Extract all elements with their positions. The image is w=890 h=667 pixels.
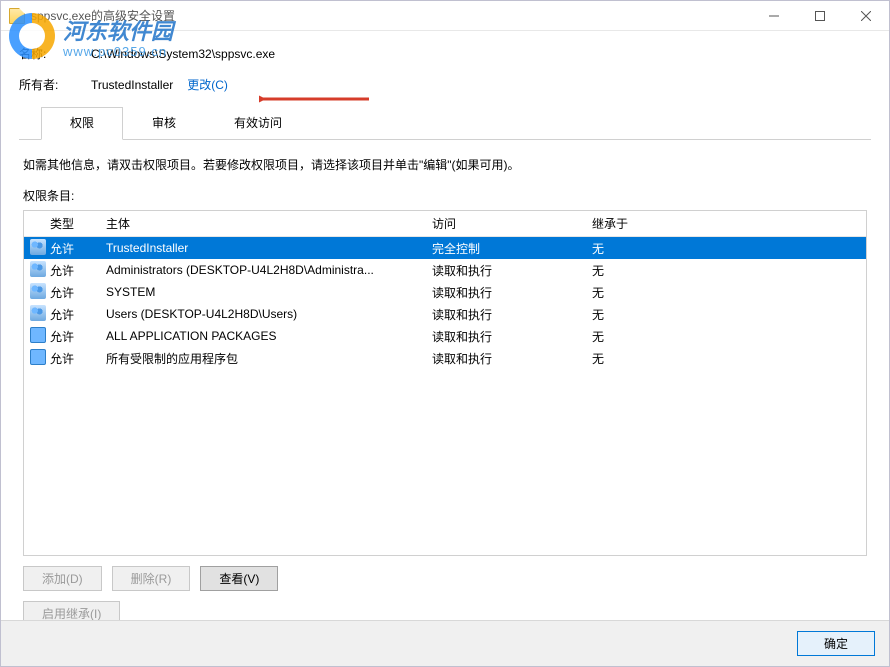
change-owner-link[interactable]: 更改(C) — [187, 76, 228, 93]
permission-rows: 允许TrustedInstaller完全控制无允许Administrators … — [24, 237, 866, 369]
row-principal: Users (DESKTOP-U4L2H8D\Users) — [106, 307, 432, 321]
owner-value: TrustedInstaller — [91, 78, 173, 92]
row-access: 读取和执行 — [432, 328, 592, 345]
tab-effective-access[interactable]: 有效访问 — [205, 107, 311, 140]
row-principal: SYSTEM — [106, 285, 432, 299]
window-controls — [751, 1, 889, 31]
tab-strip: 权限 审核 有效访问 — [41, 107, 871, 140]
table-row[interactable]: 允许Users (DESKTOP-U4L2H8D\Users)读取和执行无 — [24, 303, 866, 325]
maximize-button[interactable] — [797, 1, 843, 31]
row-access: 读取和执行 — [432, 350, 592, 367]
row-principal: Administrators (DESKTOP-U4L2H8D\Administ… — [106, 263, 432, 277]
name-label: 名称: — [19, 45, 91, 62]
table-row[interactable]: 允许TrustedInstaller完全控制无 — [24, 237, 866, 259]
permission-list[interactable]: 类型 主体 访问 继承于 允许TrustedInstaller完全控制无允许Ad… — [23, 210, 867, 556]
hint-text: 如需其他信息，请双击权限项目。若要修改权限项目，请选择该项目并单击"编辑"(如果… — [23, 156, 867, 173]
table-row[interactable]: 允许Administrators (DESKTOP-U4L2H8D\Admini… — [24, 259, 866, 281]
view-button[interactable]: 查看(V) — [200, 566, 278, 591]
row-type: 允许 — [50, 306, 106, 323]
header-type[interactable]: 类型 — [50, 211, 106, 236]
row-inherit: 无 — [592, 262, 866, 279]
users-icon — [30, 283, 46, 299]
row-access: 读取和执行 — [432, 262, 592, 279]
permission-entries-label: 权限条目: — [23, 187, 867, 204]
minimize-button[interactable] — [751, 1, 797, 31]
name-row: 名称: C:\Windows\System32\sppsvc.exe — [19, 45, 871, 62]
dialog-content: 名称: C:\Windows\System32\sppsvc.exe 所有者: … — [1, 31, 889, 626]
row-inherit: 无 — [592, 328, 866, 345]
close-button[interactable] — [843, 1, 889, 31]
header-icon-col — [30, 220, 50, 228]
permission-header-row: 类型 主体 访问 继承于 — [24, 211, 866, 237]
row-type: 允许 — [50, 240, 106, 257]
tab-audit[interactable]: 审核 — [123, 107, 205, 140]
row-inherit: 无 — [592, 350, 866, 367]
table-row[interactable]: 允许ALL APPLICATION PACKAGES读取和执行无 — [24, 325, 866, 347]
row-inherit: 无 — [592, 306, 866, 323]
window-title: sppsvc.exe的高级安全设置 — [31, 7, 751, 24]
tab-permissions[interactable]: 权限 — [41, 107, 123, 140]
package-icon — [30, 349, 46, 365]
row-type: 允许 — [50, 350, 106, 367]
ok-button[interactable]: 确定 — [797, 631, 875, 656]
remove-button[interactable]: 删除(R) — [112, 566, 191, 591]
header-access[interactable]: 访问 — [432, 211, 592, 236]
file-icon — [9, 8, 25, 24]
row-access: 读取和执行 — [432, 306, 592, 323]
users-icon — [30, 239, 46, 255]
users-icon — [30, 261, 46, 277]
row-type: 允许 — [50, 328, 106, 345]
row-principal: 所有受限制的应用程序包 — [106, 350, 432, 367]
header-principal[interactable]: 主体 — [106, 211, 432, 236]
header-inherit[interactable]: 继承于 — [592, 211, 866, 236]
row-principal: TrustedInstaller — [106, 241, 432, 255]
row-inherit: 无 — [592, 240, 866, 257]
users-icon — [30, 305, 46, 321]
row-access: 完全控制 — [432, 240, 592, 257]
permission-buttons: 添加(D) 删除(R) 查看(V) — [23, 566, 867, 591]
titlebar: sppsvc.exe的高级安全设置 — [1, 1, 889, 31]
row-principal: ALL APPLICATION PACKAGES — [106, 329, 432, 343]
name-value: C:\Windows\System32\sppsvc.exe — [91, 47, 275, 61]
row-type: 允许 — [50, 284, 106, 301]
row-access: 读取和执行 — [432, 284, 592, 301]
owner-label: 所有者: — [19, 76, 91, 93]
table-row[interactable]: 允许SYSTEM读取和执行无 — [24, 281, 866, 303]
dialog-footer: 确定 — [1, 620, 889, 666]
row-inherit: 无 — [592, 284, 866, 301]
row-type: 允许 — [50, 262, 106, 279]
table-row[interactable]: 允许所有受限制的应用程序包读取和执行无 — [24, 347, 866, 369]
package-icon — [30, 327, 46, 343]
owner-row: 所有者: TrustedInstaller 更改(C) — [19, 76, 871, 93]
add-button[interactable]: 添加(D) — [23, 566, 102, 591]
